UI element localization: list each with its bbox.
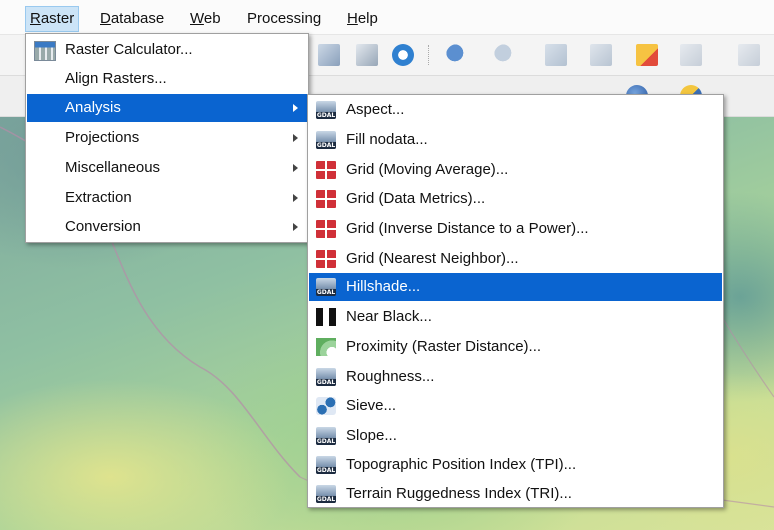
menu-item-label: Extraction: [65, 189, 132, 206]
menu-item-projections[interactable]: Projections: [27, 124, 307, 152]
layout-manager-icon[interactable]: [356, 44, 378, 66]
menu-item-grid-inverse-distance[interactable]: Grid (Inverse Distance to a Power)...: [309, 215, 722, 243]
menu-item-hillshade[interactable]: Hillshade...: [309, 273, 722, 301]
menu-item-roughness[interactable]: Roughness...: [309, 363, 722, 391]
menu-item-raster-calculator[interactable]: Raster Calculator...: [27, 36, 307, 64]
menubar: Raster Database Web Processing Help: [0, 0, 774, 35]
grid-icon: [316, 190, 336, 208]
menu-item-tpi[interactable]: Topographic Position Index (TPI)...: [309, 451, 722, 479]
menu-item-aspect[interactable]: Aspect...: [309, 96, 722, 124]
menu-item-grid-moving-average[interactable]: Grid (Moving Average)...: [309, 156, 722, 184]
menu-web-label: eb: [203, 10, 221, 27]
menu-help[interactable]: Help: [343, 7, 382, 31]
menu-item-grid-nearest-neighbor[interactable]: Grid (Nearest Neighbor)...: [309, 245, 722, 273]
menu-raster-mnemonic: R: [30, 10, 41, 27]
grid-icon: [316, 250, 336, 268]
menu-web[interactable]: Web: [186, 7, 225, 31]
near-black-icon: [316, 308, 336, 326]
menu-item-label: Terrain Ruggedness Index (TRI)...: [346, 485, 572, 502]
grid-icon: [316, 220, 336, 238]
gdal-icon: [316, 427, 336, 445]
menu-item-label: Near Black...: [346, 308, 432, 325]
menu-item-label: Grid (Inverse Distance to a Power)...: [346, 220, 589, 237]
raster-calculator-icon: [34, 41, 56, 61]
menu-database[interactable]: Database: [96, 7, 168, 31]
menu-web-mnemonic: W: [190, 10, 204, 27]
submenu-arrow-icon: [293, 164, 298, 172]
menu-item-tri[interactable]: Terrain Ruggedness Index (TRI)...: [309, 480, 722, 508]
menu-item-slope[interactable]: Slope...: [309, 422, 722, 450]
menu-item-analysis[interactable]: Analysis: [27, 94, 307, 122]
menu-item-label: Grid (Moving Average)...: [346, 161, 509, 178]
menu-item-label: Slope...: [346, 427, 397, 444]
gdal-icon: [316, 278, 336, 296]
menu-item-label: Proximity (Raster Distance)...: [346, 338, 542, 355]
field-calculator-icon[interactable]: [680, 44, 702, 66]
menu-item-label: Sieve...: [346, 397, 397, 414]
menu-item-label: Projections: [65, 129, 140, 146]
select-icon[interactable]: [545, 44, 567, 66]
menu-item-align-rasters[interactable]: Align Rasters...: [27, 65, 307, 93]
menu-item-sieve[interactable]: Sieve...: [309, 392, 722, 420]
menu-item-label: Grid (Data Metrics)...: [346, 190, 486, 207]
submenu-arrow-icon: [293, 194, 298, 202]
refresh-icon[interactable]: [392, 44, 414, 66]
menu-processing[interactable]: Processing: [243, 7, 325, 31]
menu-item-grid-data-metrics[interactable]: Grid (Data Metrics)...: [309, 185, 722, 213]
menu-item-near-black[interactable]: Near Black...: [309, 303, 722, 331]
menu-processing-label: Processing: [247, 10, 322, 27]
gdal-icon: [316, 368, 336, 386]
menu-raster[interactable]: Raster: [24, 6, 80, 32]
toolbar-separator: [428, 45, 431, 65]
submenu-arrow-icon: [293, 134, 298, 142]
menu-item-label: Miscellaneous: [65, 159, 161, 176]
layout-icon[interactable]: [318, 44, 340, 66]
menu-item-fill-nodata[interactable]: Fill nodata...: [309, 126, 722, 154]
menu-item-proximity[interactable]: Proximity (Raster Distance)...: [309, 333, 722, 361]
deselect-icon[interactable]: [636, 44, 658, 66]
menu-database-mnemonic: D: [100, 10, 111, 27]
analysis-submenu: Aspect... Fill nodata... Grid (Moving Av…: [307, 94, 724, 508]
menu-item-label: Hillshade...: [346, 278, 421, 295]
menu-database-label: atabase: [110, 10, 165, 27]
raster-menu: Raster Calculator... Align Rasters... An…: [25, 33, 309, 243]
submenu-arrow-icon: [293, 223, 298, 231]
menu-item-extraction[interactable]: Extraction: [27, 184, 307, 212]
menu-item-label: Roughness...: [346, 368, 435, 385]
grid-icon: [316, 161, 336, 179]
menu-item-label: Fill nodata...: [346, 131, 428, 148]
menu-help-label: elp: [357, 10, 378, 27]
menu-raster-label: aster: [40, 10, 75, 27]
identify-icon[interactable]: [446, 44, 468, 66]
menu-item-label: Align Rasters...: [65, 70, 167, 87]
menu-item-label: Raster Calculator...: [65, 41, 193, 58]
gdal-icon: [316, 131, 336, 149]
menu-item-label: Aspect...: [346, 101, 405, 118]
statistics-icon[interactable]: [738, 44, 760, 66]
menu-item-label: Topographic Position Index (TPI)...: [346, 456, 577, 473]
menu-help-mnemonic: H: [347, 10, 358, 27]
gdal-icon: [316, 485, 336, 503]
gdal-icon: [316, 101, 336, 119]
proximity-icon: [316, 338, 336, 356]
submenu-arrow-icon: [293, 104, 298, 112]
zoom-icon[interactable]: [494, 44, 516, 66]
sieve-icon: [316, 397, 336, 415]
attribute-table-icon[interactable]: [590, 44, 612, 66]
menu-item-miscellaneous[interactable]: Miscellaneous: [27, 154, 307, 182]
menu-item-conversion[interactable]: Conversion: [27, 213, 307, 241]
gdal-icon: [316, 456, 336, 474]
menu-item-label: Analysis: [65, 99, 121, 116]
menu-item-label: Grid (Nearest Neighbor)...: [346, 250, 519, 267]
menu-item-label: Conversion: [65, 218, 141, 235]
